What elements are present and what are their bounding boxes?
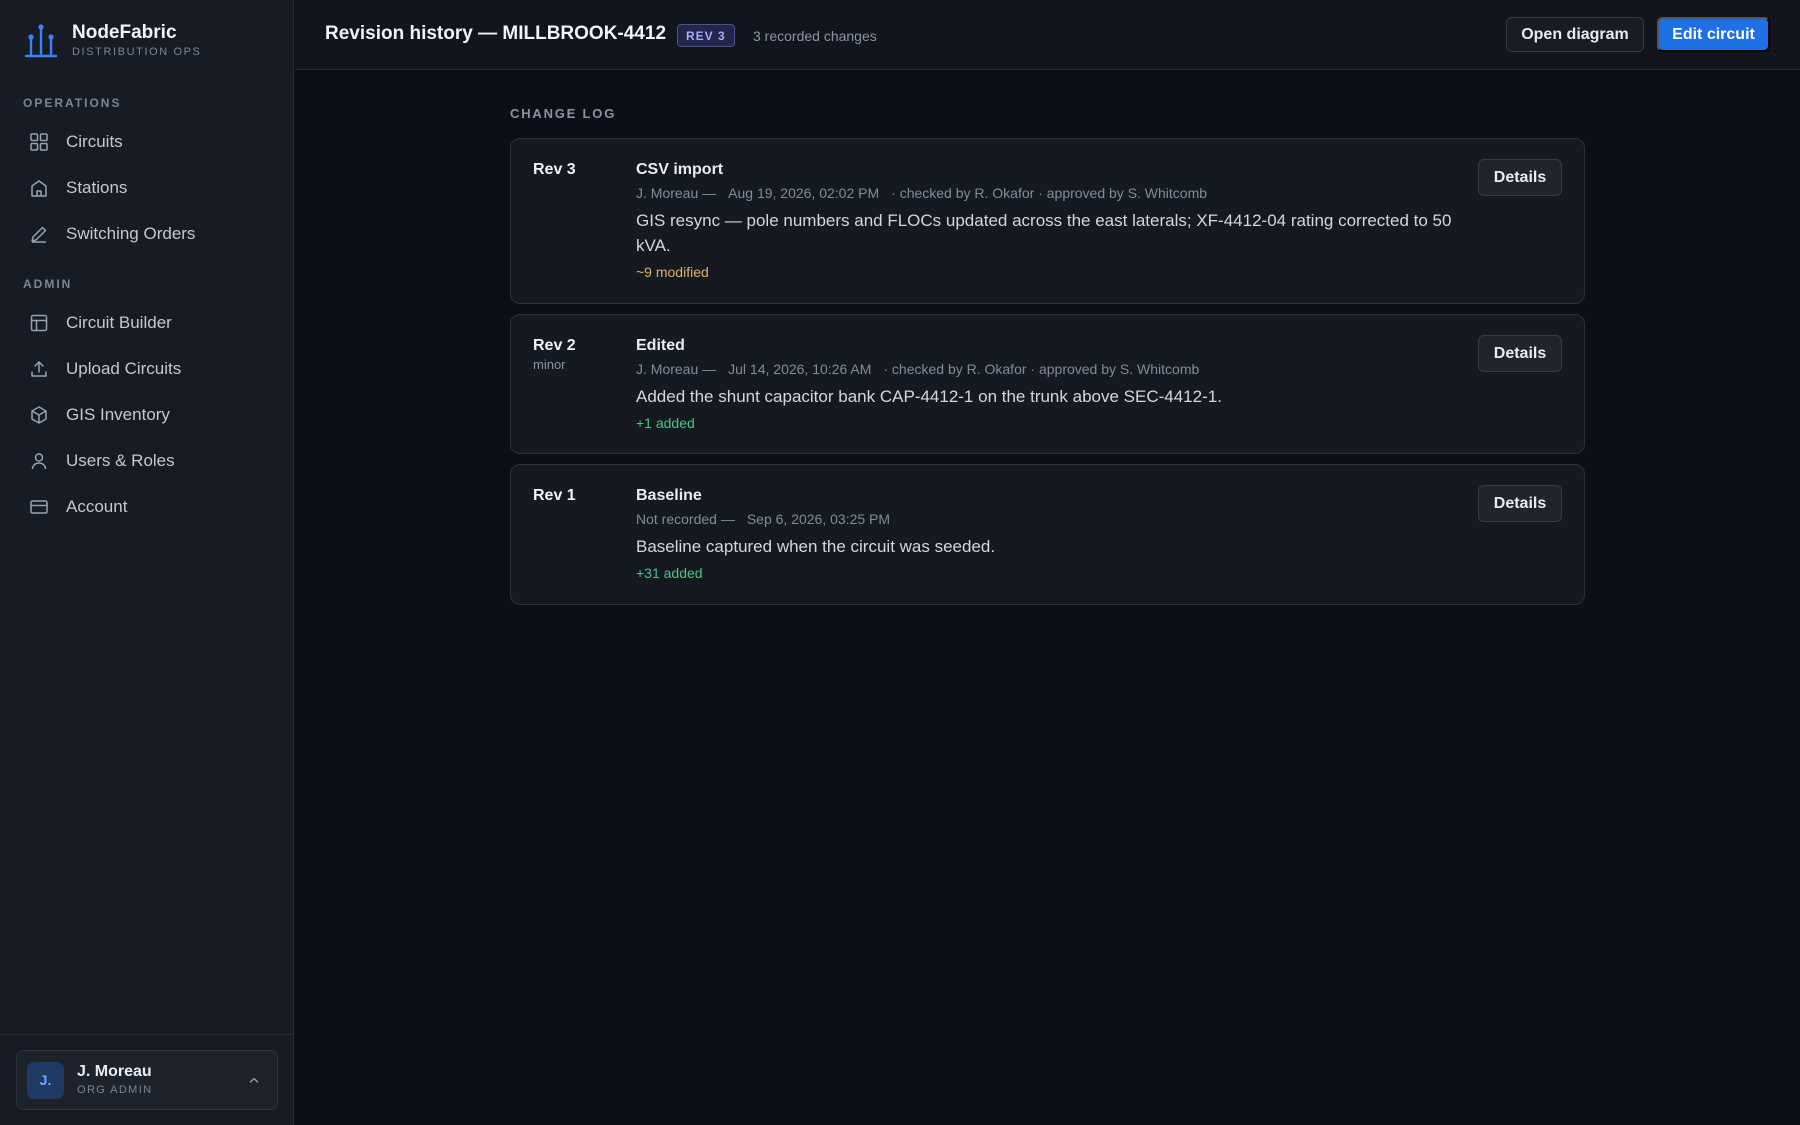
revision-description: Baseline captured when the circuit was s… xyxy=(636,537,996,556)
brand-logo-icon xyxy=(24,23,58,57)
sidebar-item-circuit-builder[interactable]: Circuit Builder xyxy=(14,303,280,343)
sidebar-item-circuits[interactable]: Circuits xyxy=(14,122,280,162)
changes-count: 3 recorded changes xyxy=(753,28,877,44)
revision-meta: J. Moreau — Aug 19, 2026, 02:02 PM · check… xyxy=(636,184,1466,202)
revision-review: · checked by R. Okafor · approved by S. … xyxy=(883,361,1200,377)
sidebar-item-gis-inventory[interactable]: GIS Inventory xyxy=(14,395,280,435)
revision-meta: Not recorded — Sep 6, 2026, 03:25 PM xyxy=(636,510,1466,528)
revision-review: · checked by R. Okafor · approved by S. … xyxy=(891,185,1208,201)
revision-meta: J. Moreau — Jul 14, 2026, 10:26 AM · check… xyxy=(636,360,1466,378)
brand-name: NodeFabric xyxy=(72,22,177,43)
open-diagram-button[interactable]: Open diagram xyxy=(1506,17,1644,52)
revision-title: CSV import xyxy=(636,161,724,178)
pencil-icon xyxy=(28,223,50,245)
page-title: Revision history — MILLBROOK-4412 xyxy=(325,23,667,44)
sidebar-item-label: Account xyxy=(66,497,128,516)
nav-section-admin: ADMIN xyxy=(23,277,73,291)
revision-card: Rev 1 Baseline Not recorded — Sep 6, 2026… xyxy=(510,464,1585,605)
card-icon xyxy=(28,496,50,518)
revision-description: GIS resync — pole numbers and FLOCs upda… xyxy=(636,211,1452,255)
sidebar: NodeFabric DISTRIBUTION OPS OPERATIONS C… xyxy=(0,0,294,1125)
revision-delta: +1 added xyxy=(636,415,695,431)
sidebar-item-users-roles[interactable]: Users & Roles xyxy=(14,441,280,481)
revision-author: J. Moreau — xyxy=(636,185,717,201)
revision-number: Rev 3 xyxy=(533,161,576,178)
revision-delta: +31 added xyxy=(636,565,703,581)
sidebar-item-label: Stations xyxy=(66,178,128,197)
revision-title: Edited xyxy=(636,337,685,354)
grid-icon xyxy=(28,131,50,153)
revision-title: Baseline xyxy=(636,487,702,504)
brand-subtitle: DISTRIBUTION OPS xyxy=(72,46,202,58)
edit-circuit-button[interactable]: Edit circuit xyxy=(1657,17,1770,52)
revision-number: Rev 2 xyxy=(533,337,576,354)
sidebar-item-upload-circuits[interactable]: Upload Circuits xyxy=(14,349,280,389)
revision-badge: REV 3 xyxy=(677,24,735,47)
sidebar-item-switching-orders[interactable]: Switching Orders xyxy=(14,214,280,254)
revision-author: J. Moreau — xyxy=(636,361,717,377)
revision-card: Rev 2 minor Edited J. Moreau — Jul 14, 20… xyxy=(510,314,1585,454)
brand[interactable]: NodeFabric DISTRIBUTION OPS xyxy=(23,22,202,59)
details-button[interactable]: Details xyxy=(1478,485,1562,522)
sidebar-item-account[interactable]: Account xyxy=(14,487,280,527)
revision-author: Not recorded — xyxy=(636,511,735,527)
user-icon xyxy=(28,450,50,472)
sidebar-item-label: Upload Circuits xyxy=(66,359,182,378)
details-button[interactable]: Details xyxy=(1478,159,1562,196)
revision-date: Sep 6, 2026, 03:25 PM xyxy=(746,511,891,527)
upload-icon xyxy=(28,358,50,380)
chevron-up-icon[interactable] xyxy=(247,1073,261,1087)
user-role: ORG ADMIN xyxy=(77,1084,153,1096)
user-name: J. Moreau xyxy=(77,1063,152,1080)
change-log-label: CHANGE LOG xyxy=(510,106,617,121)
sidebar-item-label: Switching Orders xyxy=(66,224,196,243)
revision-card: Rev 3 CSV import J. Moreau — Aug 19, 2026… xyxy=(510,138,1585,304)
sidebar-item-label: Users & Roles xyxy=(66,451,175,470)
revision-delta: ~9 modified xyxy=(636,264,709,280)
sidebar-item-label: Circuits xyxy=(66,132,123,151)
sidebar-item-stations[interactable]: Stations xyxy=(14,168,280,208)
sidebar-item-label: GIS Inventory xyxy=(66,405,170,424)
avatar: J. xyxy=(27,1061,64,1099)
revision-date: Jul 14, 2026, 10:26 AM xyxy=(728,361,872,377)
revision-number: Rev 1 xyxy=(533,487,576,504)
page-header: Revision history — MILLBROOK-4412 REV 3 … xyxy=(295,0,1800,70)
sidebar-divider xyxy=(0,1034,294,1035)
details-button[interactable]: Details xyxy=(1478,335,1562,372)
revision-date: Aug 19, 2026, 02:02 PM xyxy=(728,185,880,201)
sidebar-item-label: Circuit Builder xyxy=(66,313,172,332)
layout-icon xyxy=(28,312,50,334)
revision-description: Added the shunt capacitor bank CAP-4412-… xyxy=(636,387,1222,406)
user-menu[interactable]: J. J. Moreau ORG ADMIN xyxy=(16,1050,278,1110)
nav-section-operations: OPERATIONS xyxy=(23,96,122,110)
station-icon xyxy=(28,177,50,199)
revision-tag: minor xyxy=(533,357,566,372)
cube-icon xyxy=(28,404,50,426)
